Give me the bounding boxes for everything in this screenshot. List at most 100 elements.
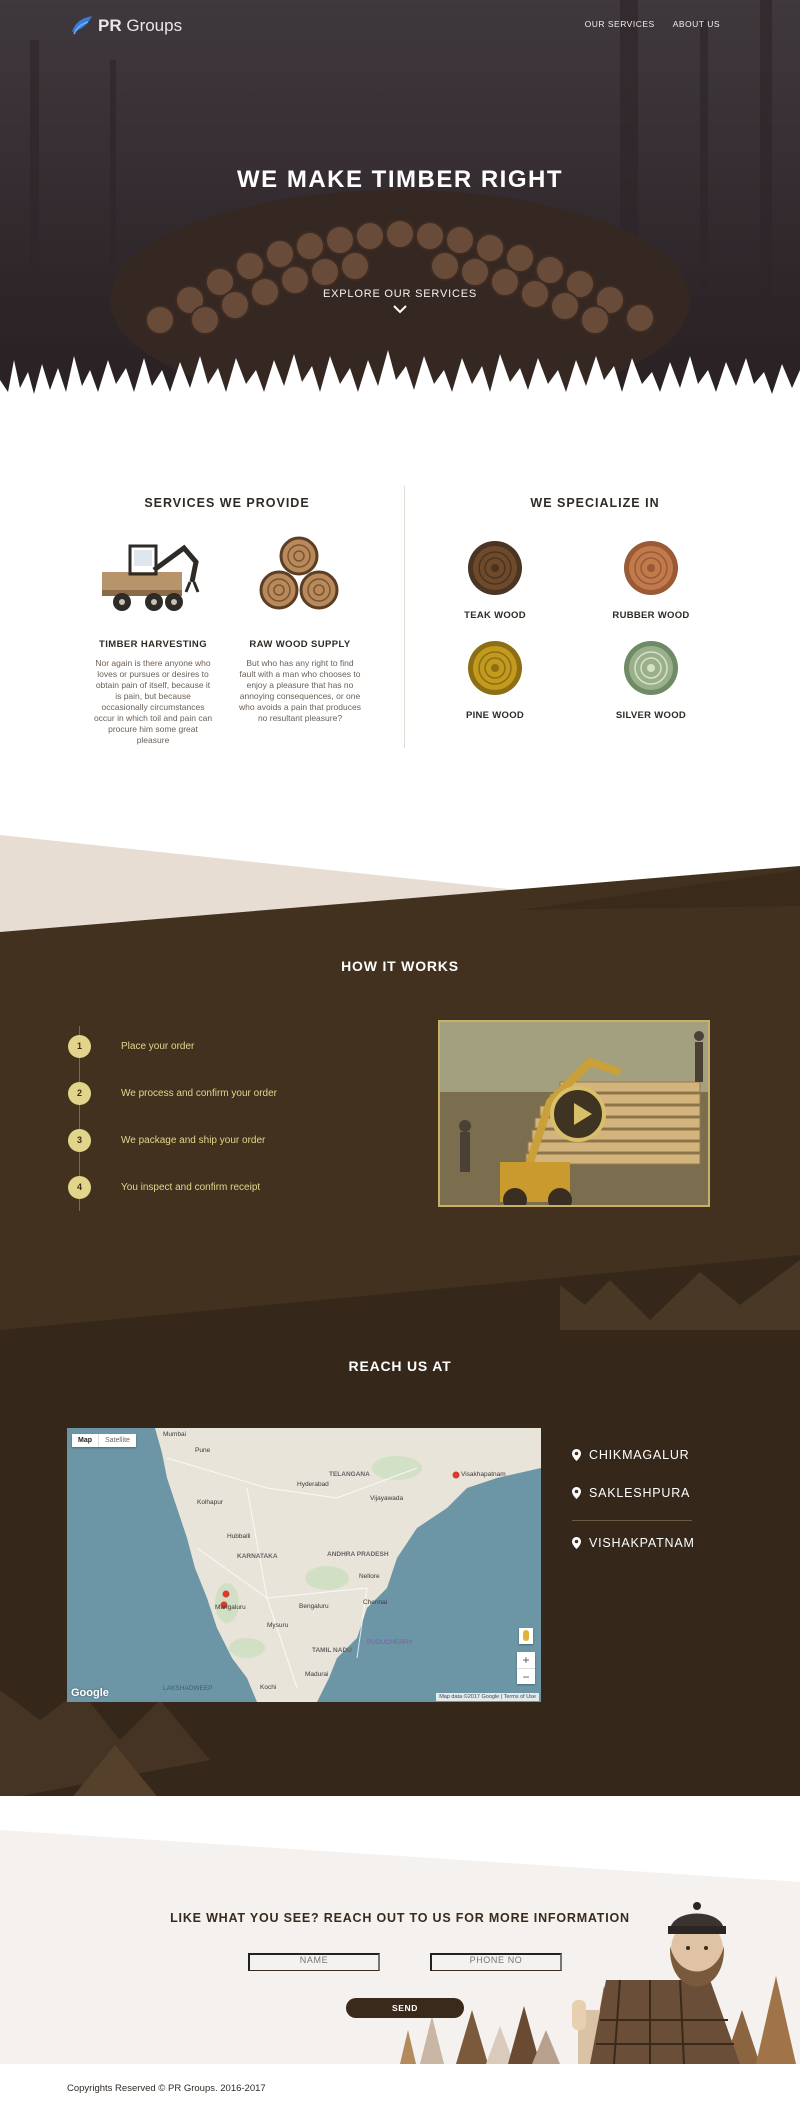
zoom-controls: + − (517, 1652, 535, 1684)
wood-name: PINE WOOD (465, 710, 525, 721)
zoom-in-button[interactable]: + (517, 1652, 535, 1668)
contact-title: LIKE WHAT YOU SEE? REACH OUT TO US FOR M… (170, 1911, 630, 1925)
step-item: 3 We package and ship your order (68, 1129, 328, 1153)
step-number: 4 (68, 1176, 91, 1199)
wood-pine: PINE WOOD (440, 640, 550, 721)
phone-input[interactable] (430, 1953, 562, 1971)
map-label: Kolhapur (197, 1499, 224, 1506)
map-label: PUDUCHERRY (367, 1639, 413, 1646)
step-label: We package and ship your order (121, 1135, 266, 1146)
reach-us-title: REACH US AT (348, 1358, 452, 1374)
location-name: CHIKMAGALUR (589, 1448, 690, 1462)
map-pin-icon (572, 1449, 581, 1461)
step-item: 4 You inspect and confirm receipt (68, 1176, 328, 1200)
specialize-title: WE SPECIALIZE IN (530, 496, 660, 510)
nav-links: OUR SERVICES ABOUT US (585, 19, 720, 29)
map-label: LAKSHADWEEP (163, 1685, 213, 1692)
locations-divider (572, 1520, 692, 1521)
contact-background (0, 1830, 800, 2064)
forestry-machine-icon (102, 544, 200, 611)
map-label: Vijayawada (370, 1495, 404, 1502)
street-view-pegman-icon[interactable] (519, 1628, 533, 1644)
brand-rest: Groups (121, 16, 183, 35)
map-label: Nellore (359, 1573, 380, 1580)
zoom-out-button[interactable]: − (517, 1668, 535, 1684)
service-description: But who has any right to find fault with… (239, 658, 361, 723)
services-section: SERVICES WE PROVIDE WE SPECIALIZE IN TIM… (0, 440, 800, 820)
services-title: SERVICES WE PROVIDE (144, 496, 310, 510)
hero-section: PR Groups OUR SERVICES ABOUT US WE MAKE … (0, 0, 800, 440)
service-name: RAW WOOD SUPPLY (249, 639, 351, 650)
wood-ring-icon (624, 641, 678, 695)
wood-ring-icon (468, 641, 522, 695)
map-label: Chennai (363, 1599, 387, 1606)
wood-silver: SILVER WOOD (596, 640, 706, 721)
map-type-map[interactable]: Map (72, 1434, 98, 1447)
map-type-satellite[interactable]: Satellite (98, 1434, 136, 1447)
how-it-works-title: HOW IT WORKS (341, 958, 459, 974)
brand-name: PR Groups (98, 16, 182, 36)
video-player[interactable] (438, 1020, 710, 1207)
map-label: ANDHRA PRADESH (327, 1551, 389, 1558)
service-description: Nor again is there anyone who loves or p… (93, 658, 213, 745)
step-number: 1 (68, 1035, 91, 1058)
step-number: 2 (68, 1082, 91, 1105)
location-item[interactable]: SAKLESHPURA (572, 1486, 690, 1500)
map-label: Bengaluru (299, 1603, 329, 1610)
send-button[interactable]: SEND (346, 1998, 464, 2018)
map-label: Visakhapatnam (461, 1471, 506, 1478)
brand-bold: PR (98, 16, 122, 35)
location-item[interactable]: VISHAKPATNAM (572, 1536, 695, 1550)
map-pin-icon (572, 1537, 581, 1549)
leaf-logo-icon (72, 16, 92, 35)
location-item[interactable]: CHIKMAGALUR (572, 1448, 689, 1462)
top-navigation: PR Groups OUR SERVICES ABOUT US (0, 14, 800, 44)
map-label: Mumbai (163, 1431, 186, 1438)
wood-logs-icon (259, 536, 339, 610)
step-item: 1 Place your order (68, 1035, 328, 1059)
map-label: Mangaluru (215, 1604, 246, 1611)
step-item: 2 We process and confirm your order (68, 1082, 328, 1106)
wood-name: TEAK WOOD (464, 610, 526, 621)
map-label: TELANGANA (329, 1471, 370, 1478)
map-type-toggle: Map Satellite (72, 1434, 136, 1447)
google-logo[interactable]: Google (71, 1687, 109, 1699)
map-label: Hubballi (227, 1533, 251, 1540)
explore-services-link[interactable]: EXPLORE OUR SERVICES (0, 288, 800, 300)
map-label: Hyderabad (297, 1481, 329, 1488)
hero-title: WE MAKE TIMBER RIGHT (237, 166, 563, 193)
service-timber-harvesting: TIMBER HARVESTING Nor again is there any… (92, 532, 214, 746)
wood-ring-icon (468, 541, 522, 595)
map-label: Kochi (260, 1684, 276, 1691)
map-pin-icon (572, 1487, 581, 1499)
logo[interactable]: PR Groups (70, 14, 182, 38)
chevron-down-icon[interactable] (393, 304, 407, 314)
copyright-text: Copyrights Reserved © PR Groups. 2016-20… (67, 2083, 266, 2094)
map-label: Pune (195, 1447, 211, 1454)
location-name: SAKLESHPURA (589, 1486, 691, 1500)
step-label: Place your order (121, 1041, 195, 1052)
google-map[interactable]: Mumbai Pune TELANGANA Vijayawada Kolhapu… (67, 1428, 541, 1702)
hero-background-illustration (0, 0, 800, 440)
play-button[interactable] (550, 1086, 606, 1142)
step-number: 3 (68, 1129, 91, 1152)
map-canvas[interactable]: Mumbai Pune TELANGANA Vijayawada Kolhapu… (67, 1428, 541, 1702)
map-terms-link[interactable]: Map data ©2017 Google | Terms of Use (436, 1693, 539, 1701)
step-label: We process and confirm your order (121, 1088, 277, 1099)
service-name: TIMBER HARVESTING (99, 639, 207, 650)
location-name: VISHAKPATNAM (589, 1536, 695, 1550)
wood-rubber: RUBBER WOOD (596, 540, 706, 621)
map-label: TAMIL NADU (312, 1647, 352, 1654)
steps-list: 1 Place your order 2 We process and conf… (68, 1026, 328, 1211)
map-label: KARNATAKA (237, 1553, 278, 1560)
nav-link-our-services[interactable]: OUR SERVICES (585, 19, 655, 29)
section-divider (404, 486, 405, 748)
wood-name: RUBBER WOOD (612, 610, 690, 621)
nav-link-about-us[interactable]: ABOUT US (673, 19, 720, 29)
wood-teak: TEAK WOOD (440, 540, 550, 621)
name-input[interactable] (248, 1953, 380, 1971)
map-label: Mysuru (267, 1622, 289, 1629)
wood-name: SILVER WOOD (615, 710, 687, 721)
step-label: You inspect and confirm receipt (121, 1182, 261, 1193)
map-label: Madurai (305, 1671, 328, 1678)
